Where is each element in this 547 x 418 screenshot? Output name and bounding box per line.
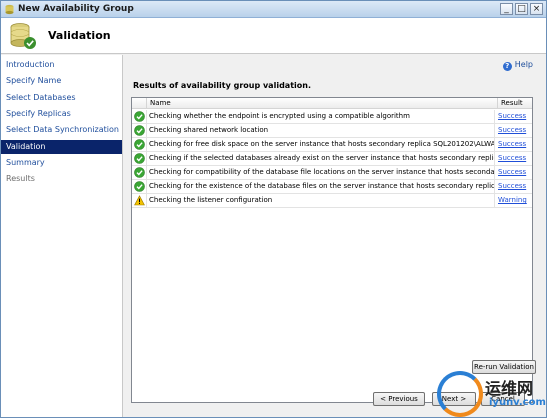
- availability-group-icon: [10, 23, 36, 49]
- column-header-name[interactable]: Name: [147, 98, 498, 109]
- page-title: Validation: [48, 29, 111, 42]
- nav-item-results: Results: [6, 174, 35, 183]
- nav-item-specify-name[interactable]: Specify Name: [1, 74, 122, 88]
- result-link[interactable]: Success: [498, 166, 532, 179]
- window-title: New Availability Group: [18, 4, 134, 14]
- close-button[interactable]: ×: [530, 3, 543, 15]
- table-header: Name Result: [132, 98, 532, 109]
- table-row: Checking for compatibility of the databa…: [132, 166, 532, 180]
- help-link[interactable]: ? Help: [502, 60, 533, 71]
- table-row: Checking for the existence of the databa…: [132, 180, 532, 194]
- status-column-header: [132, 98, 147, 109]
- table-row: Checking whether the endpoint is encrypt…: [132, 110, 532, 124]
- validation-results-table: Name Result Checking whether the endpoin…: [131, 97, 533, 403]
- nav-item-validation[interactable]: Validation: [1, 140, 122, 154]
- success-icon: [134, 111, 145, 122]
- nav-item-specify-replicas[interactable]: Specify Replicas: [1, 107, 122, 121]
- watermark-text: 运维网: [485, 379, 534, 398]
- success-icon: [134, 139, 145, 150]
- watermark-logo: [437, 371, 483, 417]
- check-name: Checking whether the endpoint is encrypt…: [146, 110, 495, 123]
- title-bar: New Availability Group _ □ ×: [1, 1, 546, 18]
- check-name: Checking if the selected databases alrea…: [146, 152, 495, 165]
- page-header: Validation: [1, 18, 546, 54]
- nav-item-introduction[interactable]: Introduction: [1, 58, 122, 72]
- rerun-validation-button[interactable]: Re-run Validation: [472, 360, 536, 374]
- result-link[interactable]: Success: [498, 138, 532, 151]
- check-name: Checking for compatibility of the databa…: [146, 166, 495, 179]
- table-row: Checking for free disk space on the serv…: [132, 138, 532, 152]
- column-header-result[interactable]: Result: [498, 98, 532, 109]
- app-icon: [5, 4, 14, 15]
- results-heading: Results of availability group validation…: [133, 81, 311, 90]
- success-icon: [134, 167, 145, 178]
- wizard-navigation: Introduction Specify Name Select Databas…: [1, 55, 123, 417]
- nav-item-select-data-synchronization[interactable]: Select Data Synchronization: [1, 123, 122, 137]
- nav-item-summary[interactable]: Summary: [1, 156, 122, 170]
- watermark-subtext: iyunv.com: [489, 397, 546, 408]
- check-name: Checking the listener configuration: [146, 194, 495, 207]
- success-icon: [134, 125, 145, 136]
- check-name: Checking shared network location: [146, 124, 495, 137]
- result-link[interactable]: Success: [498, 152, 532, 165]
- success-icon: [134, 181, 145, 192]
- help-label: Help: [514, 60, 533, 69]
- table-row: Checking shared network location Success: [132, 124, 532, 138]
- check-name: Checking for the existence of the databa…: [146, 180, 495, 193]
- success-icon: [134, 153, 145, 164]
- table-row: Checking the listener configuration Warn…: [132, 194, 532, 208]
- check-name: Checking for free disk space on the serv…: [146, 138, 495, 151]
- result-link[interactable]: Warning: [498, 194, 532, 207]
- minimize-button[interactable]: _: [500, 3, 513, 15]
- main-panel: ? Help Results of availability group vali…: [124, 55, 546, 417]
- previous-button[interactable]: < Previous: [373, 392, 425, 406]
- result-link[interactable]: Success: [498, 180, 532, 193]
- wizard-window: New Availability Group _ □ × Validation …: [0, 0, 547, 418]
- result-link[interactable]: Success: [498, 124, 532, 137]
- result-link[interactable]: Success: [498, 110, 532, 123]
- maximize-button[interactable]: □: [515, 3, 528, 15]
- warning-icon: [134, 195, 145, 206]
- nav-item-select-databases[interactable]: Select Databases: [1, 91, 122, 105]
- table-row: Checking if the selected databases alrea…: [132, 152, 532, 166]
- help-icon: ?: [502, 62, 512, 71]
